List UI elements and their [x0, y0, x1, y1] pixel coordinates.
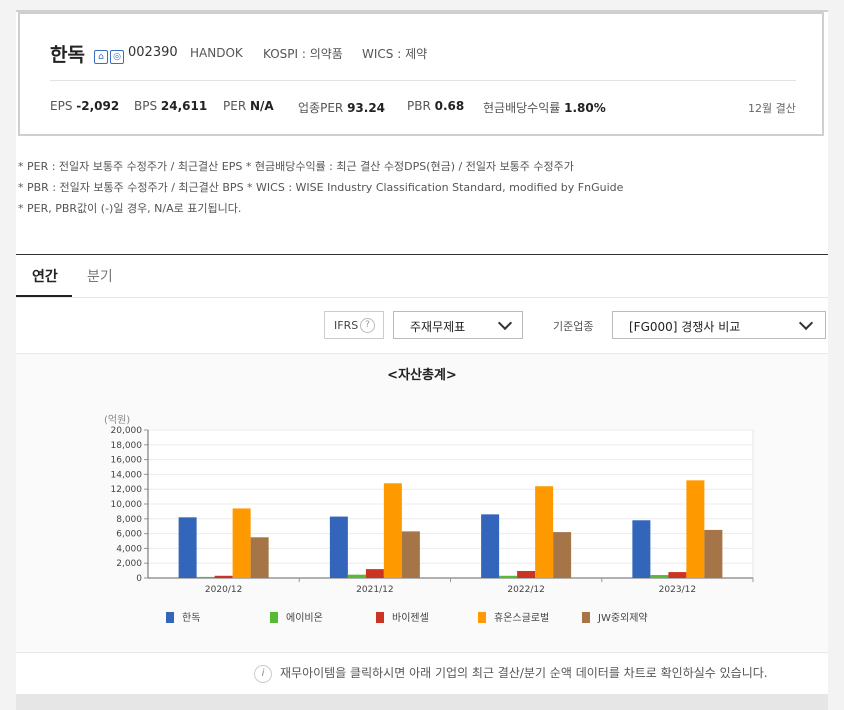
metric-value: -2,092 [76, 99, 120, 113]
metric-value: 1.80% [564, 101, 606, 115]
ir-icon[interactable]: ◎ [110, 50, 124, 64]
legend-label-2: 바이젠셀 [392, 612, 429, 624]
legend-swatch-3 [478, 612, 486, 623]
x-tick-label: 2020/12 [205, 585, 242, 595]
metric-label: PER [223, 99, 247, 113]
legend-swatch-1 [270, 612, 278, 623]
bar-2-4 [553, 532, 572, 578]
bar-2-0 [481, 514, 500, 578]
metric-label: PBR [407, 99, 431, 113]
legend-label-1: 에이비온 [286, 612, 323, 624]
asset-total-chart: (억원) 0 2,000 4,000 6,000 8,000 10,000 12,000 14,… [104, 414, 754, 624]
metric-bps: BPS 24,611 [134, 99, 207, 113]
legend-swatch-2 [376, 612, 384, 623]
legend-label-4: JW중외제약 [597, 612, 648, 624]
bar-0-2 [214, 575, 233, 578]
x-tick-label: 2023/12 [659, 585, 696, 595]
bar-0-4 [250, 537, 269, 578]
bar-3-0 [632, 520, 651, 578]
ifrs-box: IFRS ? [324, 311, 384, 339]
industry-standard-label: 기준업종 [553, 320, 594, 333]
tab-bottom-rule [16, 297, 828, 298]
bar-1-4 [401, 531, 420, 578]
footnote-line: * PER, PBR값이 (-)일 경우, N/A로 표기됩니다. [18, 202, 242, 215]
bar-2-3 [535, 486, 554, 578]
stock-code: 002390 [128, 45, 178, 60]
y-tick-label: 20,000 [111, 426, 143, 436]
metric-pbr: PBR 0.68 [407, 99, 464, 113]
metric-per: PER N/A [223, 99, 274, 113]
tab-annual[interactable]: 연간 [32, 266, 58, 286]
bar-2-1 [499, 575, 518, 578]
bar-3-3 [686, 480, 705, 578]
legend-swatch-4 [582, 612, 590, 623]
home-icon[interactable]: ⌂ [94, 50, 108, 64]
y-tick-label: 18,000 [111, 441, 143, 451]
wics-classification: WICS : 제약 [362, 47, 428, 61]
metric-eps: EPS -2,092 [50, 99, 119, 113]
tab-quarterly[interactable]: 분기 [87, 266, 113, 286]
info-message: i 재무아이템을 클릭하시면 아래 기업의 최근 결산/분기 순액 데이터를 차트… [254, 664, 768, 683]
industry-select-value: [FG000] 경쟁사 비교 [629, 320, 741, 334]
statement-type-value: 주재무제표 [410, 320, 466, 334]
y-tick-label: 10,000 [111, 500, 143, 510]
y-tick-label: 8,000 [116, 515, 142, 525]
company-name: 한독 [50, 44, 85, 66]
bar-3-2 [668, 572, 687, 578]
bar-3-1 [650, 575, 669, 578]
y-tick-label: 2,000 [116, 559, 142, 569]
x-tick-label: 2022/12 [507, 585, 544, 595]
market-classification: KOSPI : 의약품 [263, 47, 343, 61]
y-tick-label: 12,000 [111, 485, 143, 495]
metric-industry-per: 업종PER 93.24 [298, 99, 385, 116]
company-summary-box: 한독 ⌂ ◎ 002390 HANDOK KOSPI : 의약품 WICS : 제… [18, 12, 824, 136]
info-text: 재무아이템을 클릭하시면 아래 기업의 최근 결산/분기 순액 데이터를 차트로… [280, 666, 768, 680]
footnote-line: * PBR : 전일자 보통주 수정주가 / 최근결산 BPS * WICS :… [18, 181, 624, 194]
summary-divider [50, 80, 796, 81]
info-icon: i [254, 664, 272, 683]
footnotes: * PER : 전일자 보통주 수정주가 / 최근결산 EPS * 현금배당수익… [18, 156, 623, 219]
bar-0-3 [232, 508, 251, 578]
industry-select[interactable]: [FG000] 경쟁사 비교 [612, 311, 826, 339]
metric-label: 현금배당수익률 [483, 101, 561, 115]
company-icon-group: ⌂ ◎ [94, 44, 126, 64]
bar-1-3 [383, 483, 402, 578]
y-axis-unit-label: (억원) [104, 414, 130, 426]
metric-value: 24,611 [160, 99, 208, 113]
metric-dividend-yield: 현금배당수익률 1.80% [483, 99, 606, 116]
ifrs-label: IFRS [334, 319, 359, 332]
bar-1-0 [329, 516, 348, 578]
bar-3-4 [704, 529, 723, 578]
legend-label-0: 한독 [182, 612, 200, 624]
chevron-down-icon [798, 315, 814, 331]
metric-value: 0.68 [434, 99, 465, 113]
legend-swatch-0 [166, 612, 174, 623]
y-tick-label: 0 [136, 574, 142, 584]
y-tick-label: 16,000 [111, 456, 143, 466]
company-english-name: HANDOK [190, 46, 243, 60]
help-icon[interactable]: ? [360, 318, 375, 333]
bar-1-1 [347, 574, 366, 578]
statement-type-select[interactable]: 주재무제표 [393, 311, 523, 339]
bottom-region [16, 694, 828, 710]
tab-top-rule [16, 254, 828, 255]
bar-0-1 [196, 576, 215, 578]
x-tick-label: 2021/12 [356, 585, 393, 595]
fiscal-settlement: 12월 결산 [748, 102, 796, 115]
y-tick-label: 4,000 [116, 544, 142, 554]
legend-label-3: 휴온스글로벌 [494, 612, 549, 624]
bar-1-2 [365, 569, 384, 578]
chevron-down-icon [497, 315, 513, 331]
y-tick-label: 14,000 [111, 470, 143, 480]
chart-title: <자산총계> [387, 368, 457, 383]
footnote-line: * PER : 전일자 보통주 수정주가 / 최근결산 EPS * 현금배당수익… [18, 160, 574, 173]
metric-value: N/A [249, 99, 274, 113]
bar-0-0 [178, 517, 197, 578]
metric-label: BPS [134, 99, 158, 113]
y-tick-label: 6,000 [116, 530, 142, 540]
bar-2-2 [517, 570, 536, 578]
metric-label: EPS [50, 99, 73, 113]
metric-label: 업종PER [298, 101, 344, 115]
metric-value: 93.24 [347, 101, 386, 115]
